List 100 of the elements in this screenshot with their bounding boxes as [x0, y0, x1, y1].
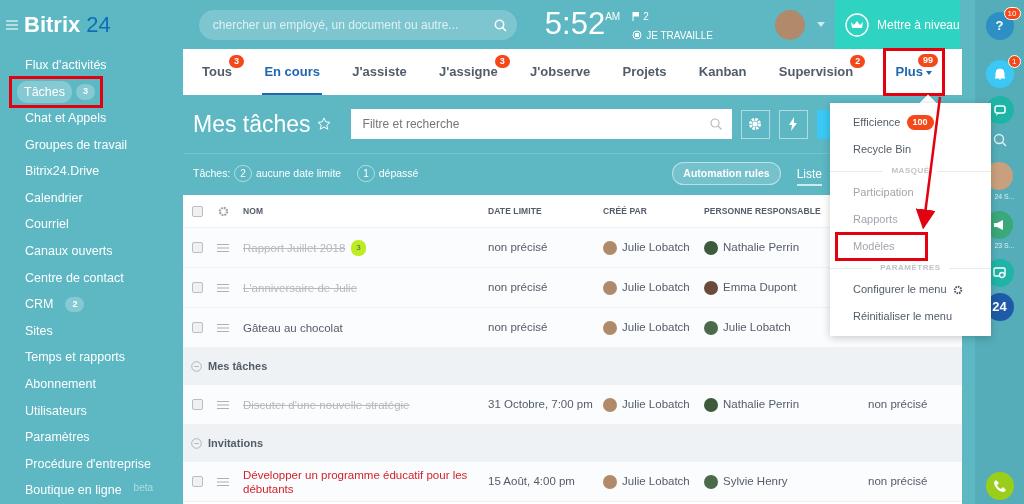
deadline-text: 31 Octobre, 7:00 pm — [488, 396, 594, 412]
group-title[interactable]: Mes tâches — [208, 358, 268, 375]
person-name[interactable]: Julie Lobatch — [622, 238, 690, 257]
drag-handle-icon[interactable] — [217, 323, 229, 332]
counter-badge: 100 — [906, 114, 934, 131]
menu-item[interactable]: Rapports — [830, 206, 991, 233]
chat-icon — [992, 103, 1007, 117]
clock-time: 5:52 — [544, 6, 606, 41]
upgrade-button[interactable]: Mettre à niveau — [835, 0, 960, 49]
menu-item[interactable]: Efficience 100 — [830, 109, 991, 136]
automation-rules-button[interactable]: Automation rules — [672, 161, 781, 186]
flag-count: 2 — [643, 9, 649, 24]
counter-badge: 99 — [917, 54, 938, 67]
logo[interactable]: Bitrix 24 — [24, 8, 111, 41]
user-avatar[interactable] — [774, 9, 805, 40]
star-icon[interactable] — [316, 117, 331, 131]
drag-handle-icon[interactable] — [217, 477, 229, 486]
menu-item[interactable]: Participation — [830, 179, 991, 206]
drag-handle-icon[interactable] — [217, 400, 229, 409]
person-name[interactable]: Nathalie Perrin — [723, 395, 800, 414]
collapse-icon[interactable] — [191, 361, 202, 372]
row-checkbox[interactable] — [191, 242, 203, 253]
group-title[interactable]: Invitations — [208, 435, 263, 452]
tab[interactable]: J'assiste — [350, 49, 409, 95]
chat-search-icon — [992, 266, 1007, 280]
column-header[interactable]: NOM — [235, 204, 488, 218]
notification-badge: 1 — [1008, 55, 1021, 68]
deadline-text: non précisé — [488, 279, 549, 295]
sidebar-item[interactable]: Groupes de travail — [18, 133, 135, 157]
sidebar-item[interactable]: Temps et rapports — [18, 346, 133, 370]
avatar — [704, 280, 718, 295]
settings-button[interactable] — [740, 109, 770, 139]
deadline-text: 15 Août, 4:00 pm — [488, 473, 576, 489]
sidebar-item[interactable]: Bitrix24.Drive — [18, 160, 107, 184]
sidebar-item[interactable]: Utilisateurs — [18, 399, 94, 423]
tab[interactable]: J'observe — [528, 49, 593, 95]
task-name[interactable]: L'anniversaire de Julie — [243, 280, 358, 295]
flag-icon — [632, 11, 640, 21]
row-checkbox[interactable] — [191, 322, 203, 333]
menu-item[interactable]: Modèles — [838, 235, 925, 258]
clock-meridiem: AM — [605, 9, 621, 22]
person-name[interactable]: Emma Dupont — [723, 278, 797, 297]
work-status[interactable]: JE TRAVAILLE — [646, 27, 713, 43]
sidebar-item[interactable]: Abonnement — [18, 373, 103, 396]
settings-icon[interactable] — [217, 205, 229, 217]
sidebar-item[interactable]: Paramètres — [18, 426, 97, 449]
deadline-text: non précisé — [488, 319, 549, 335]
counter-text[interactable]: aucune date limite — [255, 165, 342, 182]
sidebar-item[interactable]: Boutique en ligne — [18, 479, 129, 503]
drag-handle-icon[interactable] — [217, 243, 229, 252]
sidebar-item[interactable]: Centre de contact — [18, 266, 131, 290]
column-header[interactable]: CRÉÉ PAR — [603, 204, 704, 218]
task-name[interactable]: Gâteau au chocolat — [243, 320, 343, 335]
person-name[interactable]: Julie Lobatch — [622, 395, 690, 414]
person-name[interactable]: Nathalie Perrin — [723, 238, 800, 257]
select-all-checkbox[interactable] — [191, 205, 203, 217]
avatar — [603, 240, 617, 255]
sidebar-item[interactable]: Flux d'activités — [18, 53, 114, 77]
bell-button[interactable] — [985, 60, 1014, 88]
caret-icon[interactable] — [816, 22, 825, 27]
bell-icon — [992, 67, 1007, 81]
automation-button[interactable] — [778, 109, 808, 139]
column-header[interactable]: DATE LIMITE — [488, 204, 603, 218]
drag-handle-icon[interactable] — [217, 283, 229, 292]
search-icon[interactable] — [992, 133, 1007, 147]
tab[interactable]: En cours — [262, 49, 322, 95]
row-checkbox[interactable] — [191, 476, 203, 487]
task-name[interactable]: Rapport Juillet 2018 — [243, 240, 346, 255]
avatar — [603, 474, 617, 489]
sidebar-item[interactable]: Tâches — [17, 80, 72, 104]
task-name[interactable]: Développer un programme éducatif pour les débutants — [243, 467, 482, 496]
person-name[interactable]: Sylvie Henry — [723, 472, 788, 491]
view-tab[interactable]: Liste — [796, 161, 822, 186]
sidebar-item[interactable]: Courriel — [18, 213, 76, 237]
phone-button[interactable] — [985, 472, 1014, 500]
person-name[interactable]: Julie Lobatch — [622, 278, 690, 297]
sidebar-item[interactable]: CRM — [18, 293, 61, 316]
sidebar-item[interactable]: Chat et Appels — [18, 107, 114, 130]
row-checkbox[interactable] — [191, 399, 203, 410]
counter-text[interactable]: dépassé — [378, 165, 419, 182]
menu-item[interactable]: Recycle Bin — [830, 136, 991, 163]
avatar — [704, 240, 718, 255]
sidebar-item[interactable]: Sites — [18, 319, 60, 343]
notification-badge: 10 — [1003, 7, 1021, 20]
menu-icon[interactable] — [6, 19, 18, 30]
person-name[interactable]: Julie Lobatch — [723, 318, 791, 337]
tab[interactable]: Kanban — [696, 49, 749, 95]
filter-field[interactable]: Filtre et recherche — [350, 109, 732, 139]
person-name[interactable]: Julie Lobatch — [622, 472, 690, 491]
avatar — [603, 320, 617, 335]
row-checkbox[interactable] — [191, 282, 203, 293]
tab[interactable]: Projets — [620, 49, 669, 95]
avatar — [603, 280, 617, 295]
sidebar-item[interactable]: Calendrier — [18, 186, 90, 210]
crown-icon — [845, 12, 869, 37]
person-name[interactable]: Julie Lobatch — [622, 318, 690, 337]
sidebar-item[interactable]: Canaux ouverts — [18, 240, 120, 263]
sidebar-item[interactable]: Procédure d'entreprise — [18, 452, 159, 476]
task-name[interactable]: Discuter d'une nouvelle stratégie — [243, 397, 410, 412]
collapse-icon[interactable] — [191, 438, 202, 449]
